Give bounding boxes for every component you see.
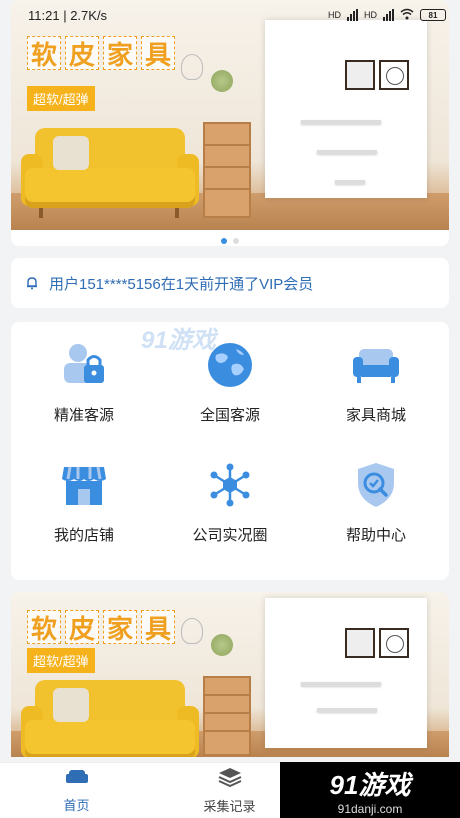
feature-label: 帮助中心 bbox=[345, 527, 406, 544]
feature-company-feed[interactable]: 公司实况圈 bbox=[157, 460, 303, 580]
status-bar: 11:21 | 2.7K/s HD HD 81 bbox=[0, 0, 460, 30]
feature-label: 全国客源 bbox=[199, 407, 260, 424]
feature-help-center[interactable]: 帮助中心 bbox=[303, 460, 449, 580]
deer-decor-icon bbox=[181, 54, 203, 80]
deer-decor-icon bbox=[181, 618, 203, 644]
top-banner[interactable]: 软 皮 家 具 超软/超弹 bbox=[11, 0, 449, 246]
notice-text: 用户151****5156在1天前开通了VIP会员 bbox=[49, 275, 314, 293]
banner-subtitle: 超软/超弹 bbox=[27, 86, 95, 111]
clock-time: 11:21 bbox=[28, 7, 60, 23]
tab-label: 采集记录 bbox=[203, 798, 256, 814]
hd-label: HD bbox=[328, 10, 341, 20]
shield-search-icon bbox=[351, 460, 401, 510]
promo-banner-image: 软 皮 家 具 超软/超弹 bbox=[11, 592, 449, 757]
feature-label: 我的店铺 bbox=[53, 527, 114, 544]
wall-clock-icon bbox=[379, 628, 409, 658]
feature-label: 家具商城 bbox=[345, 407, 406, 424]
site-watermark: 91游戏 91danji.com bbox=[280, 762, 460, 818]
plant-icon bbox=[211, 634, 233, 656]
shop-icon bbox=[59, 460, 109, 510]
carousel-dots bbox=[11, 238, 449, 244]
promo-banner[interactable]: 软 皮 家 具 超软/超弹 bbox=[11, 592, 449, 757]
bell-icon bbox=[25, 276, 39, 290]
network-icon bbox=[205, 460, 255, 510]
banner-image: 软 皮 家 具 超软/超弹 bbox=[11, 0, 449, 230]
signal-icon-2 bbox=[383, 9, 394, 21]
layers-icon bbox=[218, 767, 242, 790]
feature-label: 公司实况圈 bbox=[192, 527, 268, 544]
watermark-name: 91游戏 bbox=[329, 769, 411, 800]
banner-title: 软 皮 家 具 bbox=[27, 36, 175, 70]
feature-label: 精准客源 bbox=[53, 407, 114, 424]
carousel-dot[interactable] bbox=[233, 238, 239, 244]
promo-banner-subtitle: 超软/超弹 bbox=[27, 648, 95, 673]
status-right: HD HD 81 bbox=[328, 8, 446, 22]
wifi-icon bbox=[400, 8, 414, 22]
hd-label-2: HD bbox=[364, 10, 377, 20]
cabinet-image bbox=[203, 122, 251, 218]
signal-icon bbox=[347, 9, 358, 21]
picture-frame bbox=[345, 60, 375, 90]
feature-grid: 91游戏 精准客源 全国客源 家具商城 我的店铺 公司实况圈 帮助中心 bbox=[11, 322, 449, 580]
tab-home[interactable]: 首页 bbox=[0, 763, 153, 818]
picture-frame bbox=[345, 628, 375, 658]
tab-label: 首页 bbox=[63, 797, 90, 813]
feature-precise-customers[interactable]: 精准客源 bbox=[11, 340, 157, 460]
wall-panel-image bbox=[265, 20, 427, 198]
feature-furniture-mall[interactable]: 家具商城 bbox=[303, 340, 449, 460]
watermark-url: 91danji.com bbox=[337, 801, 403, 816]
wall-clock-icon bbox=[379, 60, 409, 90]
plant-icon bbox=[211, 70, 233, 92]
wall-panel-image bbox=[265, 598, 427, 748]
promo-banner-title: 软 皮 家 具 bbox=[27, 610, 175, 644]
notice-bar[interactable]: 用户151****5156在1天前开通了VIP会员 bbox=[11, 258, 449, 308]
feature-national-customers[interactable]: 全国客源 bbox=[157, 340, 303, 460]
watermark-text: 91游戏 bbox=[141, 327, 216, 354]
status-left: 11:21 | 2.7K/s bbox=[28, 7, 108, 23]
battery-icon: 81 bbox=[420, 9, 446, 21]
carousel-dot-active[interactable] bbox=[221, 238, 227, 244]
home-sofa-icon bbox=[65, 768, 89, 789]
cabinet-image bbox=[203, 676, 251, 756]
sofa-icon bbox=[351, 340, 401, 390]
user-lock-icon bbox=[59, 340, 109, 390]
feature-my-shop[interactable]: 我的店铺 bbox=[11, 460, 157, 580]
network-speed: 2.7K/s bbox=[70, 7, 108, 23]
